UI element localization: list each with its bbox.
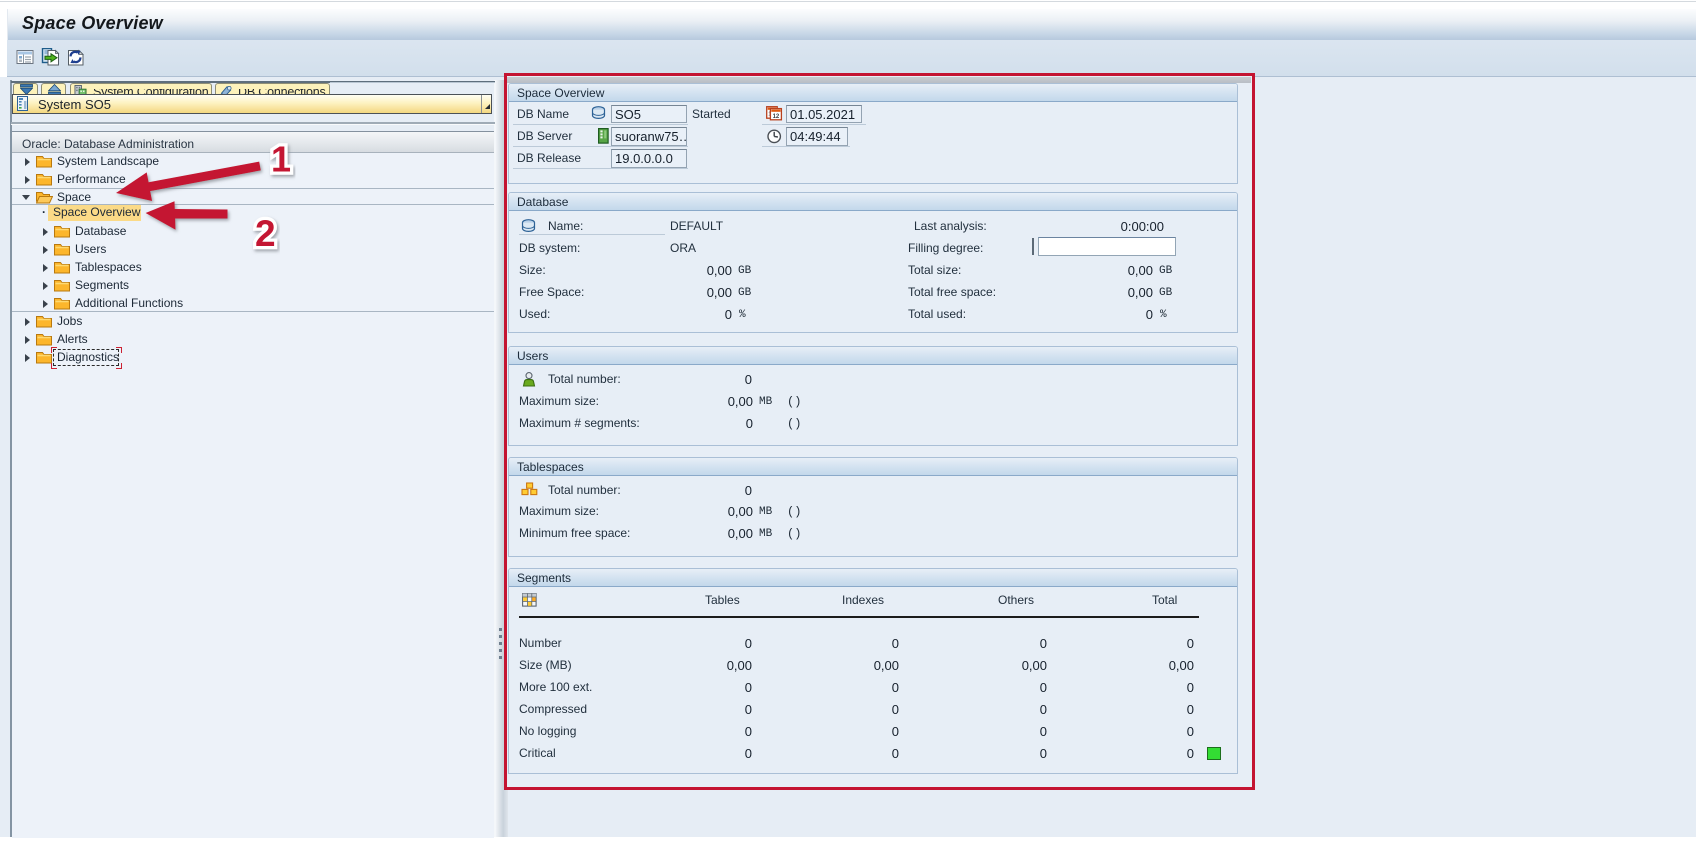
svg-text:2: 2 <box>255 213 276 254</box>
svg-text:1: 1 <box>271 140 291 180</box>
svg-text:12: 12 <box>773 114 780 120</box>
